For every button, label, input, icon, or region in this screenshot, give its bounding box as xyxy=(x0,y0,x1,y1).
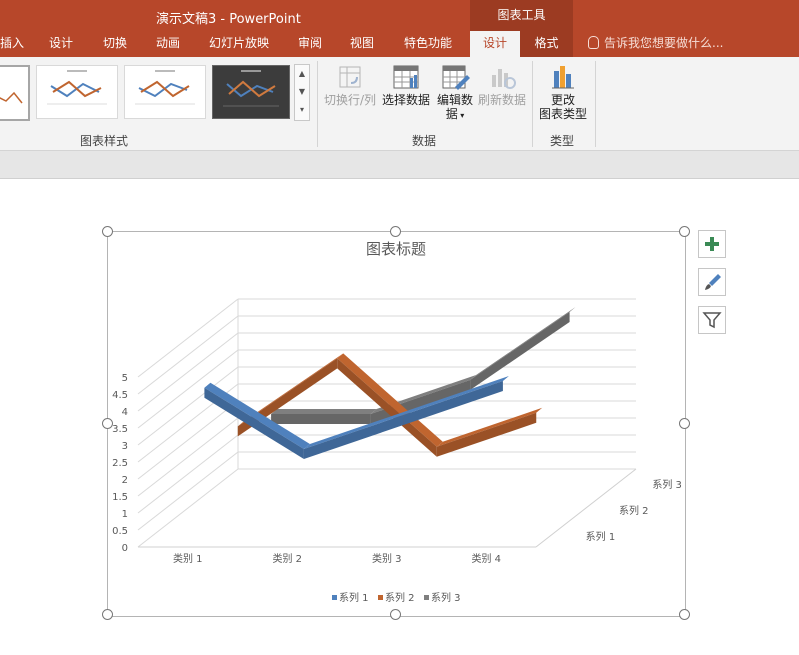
select-data-icon xyxy=(393,65,419,89)
change-chart-type-label: 更改 xyxy=(550,93,575,107)
tab-design[interactable]: 设计 xyxy=(49,31,73,57)
chart-elements-plus-icon xyxy=(705,237,719,251)
edit-data-label: 编辑数 xyxy=(436,93,473,107)
tell-me-text: 告诉我您想要做什么... xyxy=(604,36,724,50)
chart-filters-funnel-icon xyxy=(702,312,722,329)
resize-handle[interactable] xyxy=(390,226,401,237)
gallery-up-arrow-icon[interactable]: ▲ xyxy=(295,65,309,83)
title-bar: 演示文稿3 - PowerPoint 图表工具 xyxy=(0,0,799,31)
chart-elements-button[interactable] xyxy=(698,230,726,258)
gallery-down-arrow-icon[interactable]: ▼ xyxy=(295,83,309,101)
dropdown-arrow-icon: ▾ xyxy=(457,111,465,120)
chart-style-thumbnail[interactable] xyxy=(0,65,30,121)
lightbulb-icon xyxy=(588,36,599,49)
chart-style-preview-icon xyxy=(47,70,107,105)
resize-handle[interactable] xyxy=(679,609,690,620)
chart-styles-brush-icon xyxy=(705,274,721,290)
select-data-button[interactable]: 选择数据 xyxy=(380,61,432,107)
edit-data-icon xyxy=(442,65,470,90)
group-divider xyxy=(532,61,533,147)
chart-style-thumbnail[interactable] xyxy=(36,65,118,119)
chart-tools-context-label: 图表工具 xyxy=(470,0,573,31)
resize-handle[interactable] xyxy=(102,609,113,620)
tab-review[interactable]: 审阅 xyxy=(298,31,322,57)
chart-styles-button[interactable] xyxy=(698,268,726,296)
ribbon: ▲ ▼ ▾ 图表样式 切换行/列 选择数据 编辑数 据 ▾ 刷新数据 数据 更改… xyxy=(0,57,799,151)
gallery-more-icon[interactable]: ▾ xyxy=(295,101,309,119)
change-chart-type-icon xyxy=(552,66,574,89)
ribbon-collapse-bar xyxy=(0,151,799,179)
switch-row-column-icon xyxy=(339,66,361,88)
tab-special-features[interactable]: 特色功能 xyxy=(404,31,452,57)
resize-handle[interactable] xyxy=(102,418,113,429)
chart-styles-group-label: 图表样式 xyxy=(80,134,129,148)
chart-style-preview-icon xyxy=(223,70,279,107)
tab-insert[interactable]: 插入 xyxy=(0,31,26,57)
tab-animations[interactable]: 动画 xyxy=(156,31,180,57)
chart-style-preview-icon xyxy=(0,91,23,104)
chart-filters-button[interactable] xyxy=(698,306,726,334)
tab-chart-design[interactable]: 设计 xyxy=(470,31,520,57)
resize-handle[interactable] xyxy=(102,226,113,237)
switch-row-column-button[interactable]: 切换行/列 xyxy=(322,61,378,107)
refresh-data-button[interactable]: 刷新数据 xyxy=(476,61,528,107)
resize-handle[interactable] xyxy=(679,226,690,237)
chart-style-thumbnail[interactable] xyxy=(124,65,206,119)
chart-area[interactable] xyxy=(107,231,686,617)
type-group-label: 类型 xyxy=(550,134,575,148)
select-data-label: 选择数据 xyxy=(381,93,430,107)
edit-data-label-line2: 据 ▾ xyxy=(435,107,475,123)
resize-handle[interactable] xyxy=(390,609,401,620)
tell-me-search[interactable]: 告诉我您想要做什么... xyxy=(588,31,723,57)
change-chart-type-label-line2: 图表类型 xyxy=(538,107,587,121)
tab-view[interactable]: 视图 xyxy=(350,31,374,57)
change-chart-type-button[interactable]: 更改 图表类型 xyxy=(536,61,590,121)
edit-data-label-second: 据 xyxy=(445,107,458,121)
resize-handle[interactable] xyxy=(679,418,690,429)
gallery-scroll: ▲ ▼ ▾ xyxy=(294,64,310,121)
refresh-data-icon xyxy=(492,69,516,89)
data-group-label: 数据 xyxy=(412,134,437,148)
group-divider xyxy=(317,61,318,147)
group-divider xyxy=(595,61,596,147)
refresh-data-label: 刷新数据 xyxy=(477,93,526,107)
tab-chart-format[interactable]: 格式 xyxy=(520,31,573,57)
chart-style-preview-icon xyxy=(135,70,195,105)
switch-row-column-label: 切换行/列 xyxy=(323,93,377,107)
ribbon-tab-row: 插入 设计 切换 动画 幻灯片放映 审阅 视图 特色功能 设计 格式 告诉我您想… xyxy=(0,31,799,57)
chart-style-thumbnail[interactable] xyxy=(212,65,290,119)
tab-transitions[interactable]: 切换 xyxy=(103,31,127,57)
window-title: 演示文稿3 - PowerPoint xyxy=(156,12,301,27)
tab-slideshow[interactable]: 幻灯片放映 xyxy=(209,31,269,57)
edit-data-button[interactable]: 编辑数 据 ▾ xyxy=(435,61,475,123)
